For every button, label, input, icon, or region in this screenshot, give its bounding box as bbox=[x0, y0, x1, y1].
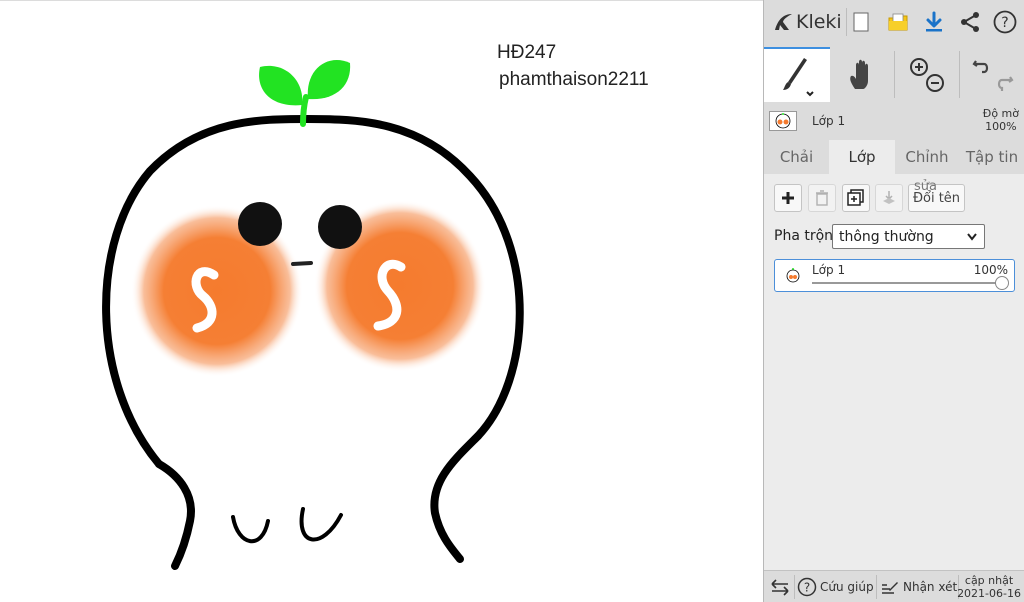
help-button[interactable]: ? Cứu giúp bbox=[797, 571, 874, 602]
new-image-icon[interactable] bbox=[849, 10, 873, 34]
panel-tabs: Chải Lớp Chỉnh Tập tin bbox=[764, 140, 1024, 174]
share-icon[interactable] bbox=[958, 10, 982, 34]
updated-label: cập nhật bbox=[964, 574, 1014, 587]
layers-panel: Đổi tên sửa Pha trộn thông thường Lớp 1 … bbox=[764, 174, 1024, 570]
current-layer-info: Lớp 1 Độ mờ 100% bbox=[764, 102, 1024, 140]
opacity-value: 100% bbox=[985, 120, 1017, 133]
merge-down-button[interactable] bbox=[875, 184, 903, 212]
layer-item-thumbnail bbox=[786, 268, 800, 283]
kleki-logo-icon bbox=[775, 14, 792, 30]
layer-thumbnail bbox=[769, 111, 797, 131]
trash-icon bbox=[816, 190, 828, 206]
tool-row bbox=[764, 47, 1024, 102]
zoom-in-out-icon bbox=[910, 57, 944, 92]
help-icon[interactable]: ? bbox=[993, 10, 1017, 34]
left-foot bbox=[231, 515, 270, 544]
left-arm bbox=[155, 460, 195, 570]
canvas-text-line-1: HĐ247 bbox=[497, 42, 557, 63]
hand-tool[interactable] bbox=[830, 47, 894, 102]
drawing-canvas[interactable]: HĐ247 phamthaison2211 bbox=[0, 0, 763, 602]
hand-icon bbox=[850, 59, 868, 89]
chevron-down-icon bbox=[967, 233, 977, 241]
layer-list-item[interactable]: Lớp 1 100% bbox=[774, 259, 1015, 292]
tab-layers[interactable]: Lớp bbox=[829, 140, 895, 174]
plus-icon bbox=[782, 192, 794, 204]
current-layer-name: Lớp 1 bbox=[812, 114, 846, 128]
open-image-icon[interactable] bbox=[886, 10, 910, 34]
app-name: Kleki bbox=[796, 11, 842, 33]
layer-opacity-slider-handle[interactable] bbox=[995, 276, 1009, 290]
sprout-stem bbox=[300, 94, 309, 127]
top-toolbar: Kleki ? bbox=[764, 0, 1024, 44]
sprout-right-leaf bbox=[307, 60, 351, 100]
bottom-bar: ? Cứu giúp Nhận xét cập nhật 2021-06-16 bbox=[764, 570, 1024, 602]
brush-tool[interactable] bbox=[764, 47, 830, 102]
swap-arrows-icon bbox=[771, 579, 789, 596]
updated-date: 2021-06-16 bbox=[957, 587, 1021, 600]
tab-edit[interactable]: Chỉnh bbox=[895, 140, 959, 174]
sidebar: Kleki ? Lớp 1 Độ mờ 100% Chải Lớp Chỉnh … bbox=[763, 0, 1024, 602]
sprout-left-leaf bbox=[259, 65, 303, 106]
duplicate-icon bbox=[847, 189, 864, 206]
blend-mode-select[interactable]: thông thường bbox=[832, 224, 985, 249]
layer-opacity-slider-track[interactable] bbox=[812, 282, 1004, 284]
feedback-button[interactable]: Nhận xét bbox=[881, 571, 957, 602]
layer-item-opacity: 100% bbox=[973, 263, 1008, 277]
right-foot bbox=[299, 507, 343, 542]
rename-ghost-text: sửa bbox=[914, 179, 937, 194]
undo-redo-tool[interactable] bbox=[960, 47, 1024, 102]
topbar-divider bbox=[846, 8, 847, 36]
version-info[interactable]: cập nhật 2021-06-16 bbox=[957, 574, 1021, 600]
bottom-divider bbox=[794, 575, 795, 599]
blend-mode-label: Pha trộn bbox=[774, 228, 834, 244]
feedback-icon bbox=[882, 582, 898, 594]
feedback-label: Nhận xét bbox=[903, 580, 958, 594]
right-eye bbox=[318, 205, 362, 249]
blend-mode-value: thông thường bbox=[839, 228, 934, 245]
mouth bbox=[291, 261, 313, 266]
brush-icon bbox=[783, 57, 814, 96]
download-icon[interactable] bbox=[922, 10, 946, 34]
tab-brush[interactable]: Chải bbox=[764, 140, 829, 174]
duplicate-layer-button[interactable] bbox=[842, 184, 870, 212]
opacity-label: Độ mờ bbox=[982, 107, 1019, 120]
delete-layer-button[interactable] bbox=[808, 184, 836, 212]
help-label: Cứu giúp bbox=[820, 580, 874, 594]
tab-file[interactable]: Tập tin bbox=[959, 140, 1024, 174]
swap-side-button[interactable] bbox=[768, 571, 792, 602]
undo-redo-icon bbox=[971, 59, 1014, 91]
merge-down-icon bbox=[883, 191, 895, 204]
canvas-text-line-2: phamthaison2211 bbox=[499, 69, 649, 90]
kleki-logo[interactable]: Kleki bbox=[772, 8, 842, 36]
zoom-tool[interactable] bbox=[895, 47, 959, 102]
bottom-divider-2 bbox=[876, 575, 877, 599]
left-eye bbox=[238, 202, 282, 246]
svg-text:?: ? bbox=[804, 581, 810, 595]
drawing bbox=[102, 60, 524, 570]
layer-item-name: Lớp 1 bbox=[812, 263, 846, 277]
svg-text:?: ? bbox=[1001, 15, 1008, 31]
layer-opacity-readout: Độ mờ 100% bbox=[983, 107, 1019, 133]
help-circle-icon: ? bbox=[797, 577, 817, 597]
add-layer-button[interactable] bbox=[774, 184, 802, 212]
right-arm bbox=[430, 432, 482, 563]
